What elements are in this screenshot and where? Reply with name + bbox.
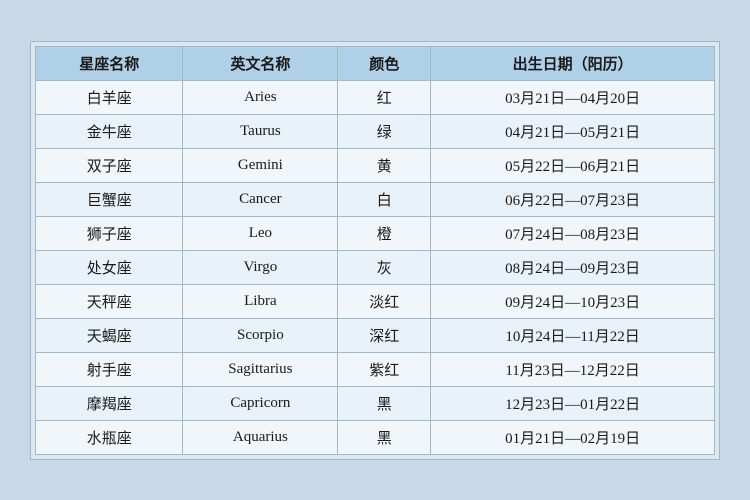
cell-10-2: 黑 <box>338 420 431 454</box>
table-row: 水瓶座Aquarius黑01月21日—02月19日 <box>36 420 715 454</box>
cell-8-2: 紫红 <box>338 352 431 386</box>
table-row: 狮子座Leo橙07月24日—08月23日 <box>36 216 715 250</box>
zodiac-table-container: 星座名称 英文名称 颜色 出生日期（阳历） 白羊座Aries红03月21日—04… <box>30 41 720 460</box>
cell-2-1: Gemini <box>183 148 338 182</box>
cell-0-1: Aries <box>183 80 338 114</box>
cell-2-3: 05月22日—06月21日 <box>431 148 715 182</box>
table-row: 天蝎座Scorpio深红10月24日—11月22日 <box>36 318 715 352</box>
cell-10-0: 水瓶座 <box>36 420 183 454</box>
header-dates: 出生日期（阳历） <box>431 46 715 80</box>
cell-7-0: 天蝎座 <box>36 318 183 352</box>
cell-5-0: 处女座 <box>36 250 183 284</box>
cell-10-1: Aquarius <box>183 420 338 454</box>
table-body: 白羊座Aries红03月21日—04月20日金牛座Taurus绿04月21日—0… <box>36 80 715 454</box>
table-row: 金牛座Taurus绿04月21日—05月21日 <box>36 114 715 148</box>
cell-1-3: 04月21日—05月21日 <box>431 114 715 148</box>
zodiac-table: 星座名称 英文名称 颜色 出生日期（阳历） 白羊座Aries红03月21日—04… <box>35 46 715 455</box>
table-row: 白羊座Aries红03月21日—04月20日 <box>36 80 715 114</box>
cell-6-1: Libra <box>183 284 338 318</box>
cell-9-2: 黑 <box>338 386 431 420</box>
cell-6-2: 淡红 <box>338 284 431 318</box>
cell-4-2: 橙 <box>338 216 431 250</box>
cell-6-3: 09月24日—10月23日 <box>431 284 715 318</box>
cell-5-3: 08月24日—09月23日 <box>431 250 715 284</box>
table-row: 摩羯座Capricorn黑12月23日—01月22日 <box>36 386 715 420</box>
table-row: 巨蟹座Cancer白06月22日—07月23日 <box>36 182 715 216</box>
cell-0-0: 白羊座 <box>36 80 183 114</box>
table-row: 天秤座Libra淡红09月24日—10月23日 <box>36 284 715 318</box>
cell-3-3: 06月22日—07月23日 <box>431 182 715 216</box>
cell-7-1: Scorpio <box>183 318 338 352</box>
cell-9-3: 12月23日—01月22日 <box>431 386 715 420</box>
header-english-name: 英文名称 <box>183 46 338 80</box>
cell-8-0: 射手座 <box>36 352 183 386</box>
cell-7-3: 10月24日—11月22日 <box>431 318 715 352</box>
cell-6-0: 天秤座 <box>36 284 183 318</box>
table-row: 双子座Gemini黄05月22日—06月21日 <box>36 148 715 182</box>
cell-9-0: 摩羯座 <box>36 386 183 420</box>
table-row: 射手座Sagittarius紫红11月23日—12月22日 <box>36 352 715 386</box>
cell-1-2: 绿 <box>338 114 431 148</box>
cell-3-0: 巨蟹座 <box>36 182 183 216</box>
cell-7-2: 深红 <box>338 318 431 352</box>
cell-1-1: Taurus <box>183 114 338 148</box>
cell-2-2: 黄 <box>338 148 431 182</box>
cell-3-1: Cancer <box>183 182 338 216</box>
cell-8-1: Sagittarius <box>183 352 338 386</box>
cell-0-2: 红 <box>338 80 431 114</box>
cell-2-0: 双子座 <box>36 148 183 182</box>
cell-9-1: Capricorn <box>183 386 338 420</box>
cell-4-3: 07月24日—08月23日 <box>431 216 715 250</box>
header-chinese-name: 星座名称 <box>36 46 183 80</box>
cell-10-3: 01月21日—02月19日 <box>431 420 715 454</box>
header-color: 颜色 <box>338 46 431 80</box>
cell-3-2: 白 <box>338 182 431 216</box>
cell-0-3: 03月21日—04月20日 <box>431 80 715 114</box>
table-header-row: 星座名称 英文名称 颜色 出生日期（阳历） <box>36 46 715 80</box>
cell-1-0: 金牛座 <box>36 114 183 148</box>
cell-4-0: 狮子座 <box>36 216 183 250</box>
table-row: 处女座Virgo灰08月24日—09月23日 <box>36 250 715 284</box>
cell-5-2: 灰 <box>338 250 431 284</box>
cell-8-3: 11月23日—12月22日 <box>431 352 715 386</box>
cell-5-1: Virgo <box>183 250 338 284</box>
cell-4-1: Leo <box>183 216 338 250</box>
